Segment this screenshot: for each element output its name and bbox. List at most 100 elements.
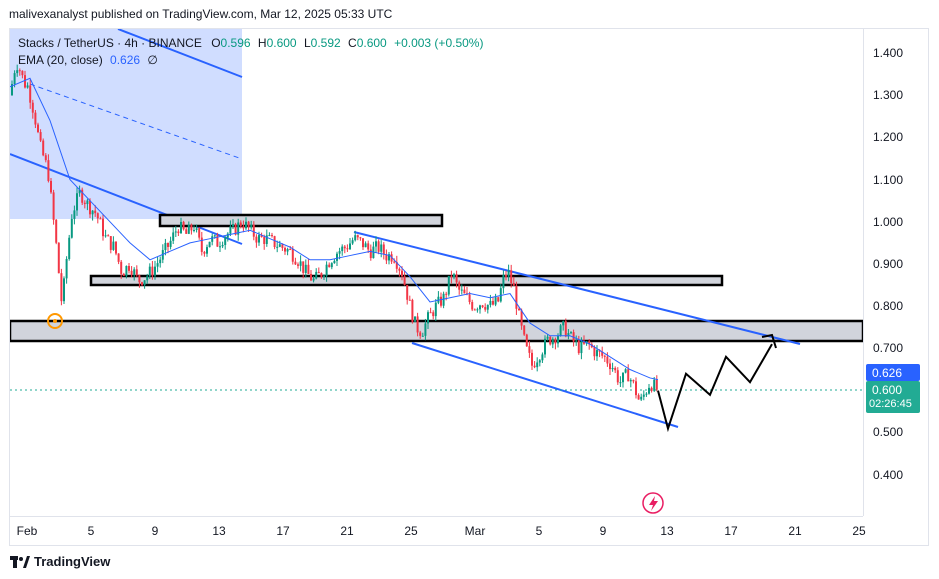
candle-body	[580, 341, 583, 354]
candle-body	[151, 266, 154, 276]
candle-body	[133, 269, 136, 275]
candle-body	[203, 251, 206, 254]
legend-h-label: H	[257, 36, 267, 50]
candle-body	[224, 237, 227, 246]
candle-body	[213, 235, 216, 237]
candle-body	[219, 246, 221, 248]
candle-body	[343, 246, 346, 249]
candle-body	[523, 325, 526, 335]
legend-change: +0.003 (+0.50%)	[394, 36, 484, 50]
support-zone-major[interactable]	[10, 319, 863, 343]
tradingview-logo-icon[interactable]	[10, 555, 30, 568]
legend-ema-value: 0.626	[110, 53, 141, 67]
time-tick: 25	[852, 524, 866, 538]
candle-body	[289, 249, 292, 251]
candle-body	[284, 247, 286, 252]
candle-body	[76, 193, 78, 211]
candle-body	[559, 325, 562, 336]
candle-body	[562, 321, 565, 326]
candle-body	[239, 222, 242, 227]
candle-body	[336, 253, 338, 261]
candle-body	[515, 285, 518, 309]
price-tick: 1.200	[873, 130, 904, 144]
time-tick: 17	[724, 524, 738, 538]
candle-body	[245, 221, 247, 229]
candle-body	[541, 354, 544, 361]
candle-body	[429, 312, 432, 314]
footer-brand[interactable]: TradingView	[34, 554, 110, 569]
candle-body	[83, 202, 86, 205]
candle-body	[200, 237, 203, 252]
candle-body	[122, 273, 125, 276]
candle-body	[481, 305, 484, 308]
candle-body	[393, 261, 396, 263]
candle-body	[564, 321, 567, 337]
resistance-zone-top[interactable]	[158, 213, 444, 228]
candle-body	[538, 360, 541, 363]
candle-body	[520, 310, 523, 326]
chart-svg[interactable]	[10, 29, 863, 516]
candle-body	[510, 270, 513, 283]
candle-body	[247, 221, 250, 228]
candle-body	[382, 244, 385, 255]
price-tick: 1.000	[873, 215, 904, 229]
candle-body	[554, 338, 557, 344]
candle-body	[632, 380, 635, 382]
candle-body	[455, 274, 458, 283]
candle-body	[302, 261, 305, 273]
price-tick: 0.400	[873, 468, 904, 482]
candle-body	[369, 249, 372, 259]
candle-body	[421, 335, 424, 337]
candle-body	[250, 224, 253, 228]
candle-body	[362, 238, 364, 248]
legend-symbol[interactable]: Stacks / TetherUS · 4h · BINANCE	[18, 36, 202, 50]
candle-body	[593, 347, 596, 357]
candle-body	[50, 180, 52, 193]
candle-body	[304, 264, 307, 273]
legend-l-value: 0.592	[310, 36, 341, 50]
candle-body	[63, 278, 65, 302]
candle-body	[375, 241, 377, 247]
legend-c-label: C	[348, 36, 357, 50]
price-tick: 1.300	[873, 88, 904, 102]
time-axis[interactable]: Feb 5 9 13 17 21 25 Mar 5 9 13 17 21 25	[10, 516, 866, 546]
candle-body	[310, 273, 312, 281]
candle-body	[635, 381, 637, 396]
candle-body	[286, 249, 289, 252]
candle-body	[16, 70, 19, 74]
chart-plot-area[interactable]	[10, 29, 863, 516]
lightning-icon[interactable]	[642, 492, 664, 514]
candle-body	[323, 275, 325, 277]
price-axis[interactable]: 1.400 1.300 1.200 1.100 1.000 0.900 0.80…	[863, 29, 929, 516]
candle-body	[232, 224, 234, 227]
candle-body	[627, 369, 630, 382]
candle-body	[107, 235, 110, 237]
candle-body	[518, 308, 520, 311]
candle-body	[294, 261, 297, 265]
candle-body	[440, 296, 442, 306]
candle-body	[193, 229, 195, 231]
candle-body	[52, 192, 55, 220]
projection-path[interactable]	[657, 343, 773, 433]
candle-body	[252, 224, 255, 237]
candle-body	[330, 263, 333, 268]
candle-body	[68, 237, 71, 259]
candle-body	[190, 224, 193, 231]
last-price-tag: 0.600 02:26:45	[866, 381, 920, 413]
candle-body	[468, 294, 471, 303]
candle-body	[29, 85, 32, 103]
candle-body	[528, 346, 531, 353]
resistance-zone-mid[interactable]	[89, 274, 724, 287]
candle-body	[320, 273, 323, 277]
candle-body	[346, 248, 349, 250]
price-tick: 0.700	[873, 341, 904, 355]
time-tick: 17	[276, 524, 290, 538]
candle-body	[167, 242, 169, 247]
legend-o-label: O	[211, 36, 221, 50]
time-tick: 13	[660, 524, 674, 538]
candle-body	[164, 242, 167, 251]
candle-body	[458, 282, 461, 290]
legend-ema-row[interactable]: EMA (20, close) 0.626 ∅	[18, 52, 483, 69]
candle-body	[195, 228, 198, 230]
candle-body	[182, 221, 185, 230]
